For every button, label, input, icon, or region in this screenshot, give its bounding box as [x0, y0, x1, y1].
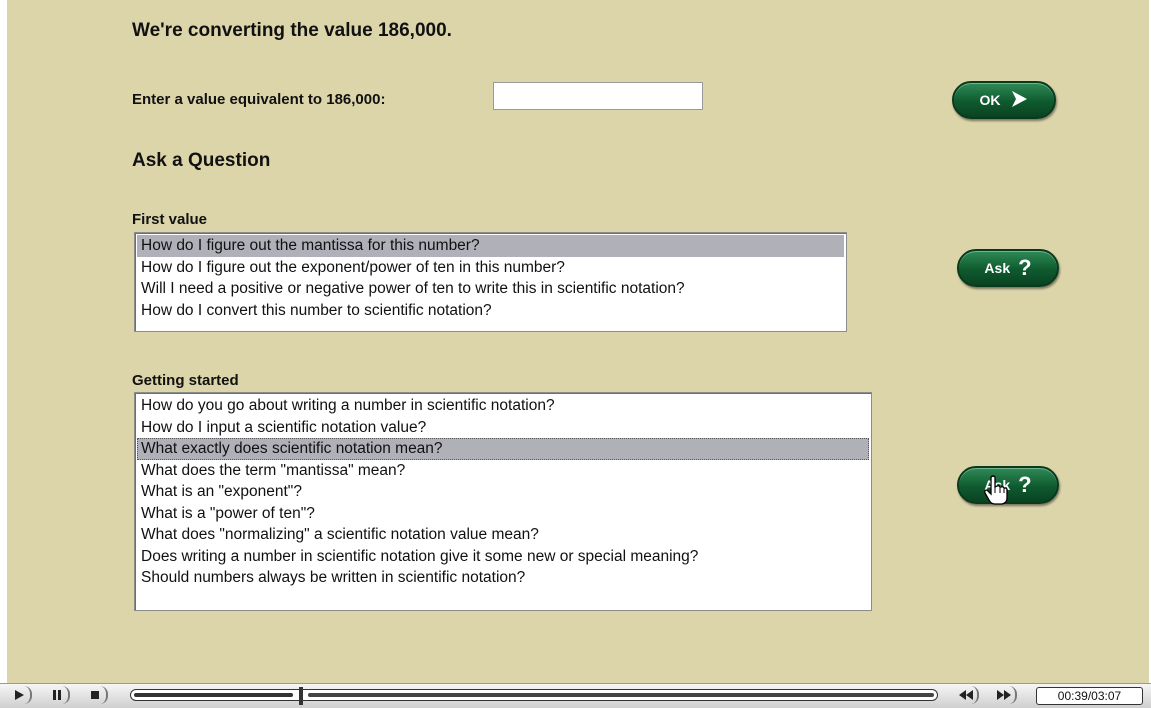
first-value-question-list[interactable]: How do I figure out the mantissa for thi… — [134, 232, 847, 332]
list-item[interactable]: What is an "exponent"? — [137, 481, 869, 503]
list-item[interactable]: What exactly does scientific notation me… — [137, 438, 869, 460]
seek-progress — [134, 693, 293, 697]
ask-label: Ask — [984, 260, 1011, 276]
answer-label: Enter a value equivalent to 186,000: — [132, 91, 386, 108]
stop-icon[interactable] — [84, 686, 108, 704]
play-arrow-icon — [1009, 89, 1029, 112]
list-item[interactable]: What does "normalizing" a scientific not… — [137, 524, 869, 546]
time-display: 00:39/03:07 — [1036, 687, 1143, 705]
list-item[interactable]: Will I need a positive or negative power… — [137, 278, 844, 300]
seek-bar[interactable] — [130, 687, 938, 705]
answer-input[interactable] — [493, 82, 703, 110]
ask-button-first-value[interactable]: Ask ? — [957, 249, 1059, 287]
list-item[interactable]: Should numbers always be written in scie… — [137, 567, 869, 589]
list-item[interactable]: What does the term "mantissa" mean? — [137, 460, 869, 482]
list-item[interactable]: How do you go about writing a number in … — [137, 395, 869, 417]
seek-remaining — [308, 693, 934, 697]
list-item[interactable]: How do I input a scientific notation val… — [137, 417, 869, 439]
page-title: We're converting the value 186,000. — [132, 20, 452, 41]
ok-label: OK — [979, 92, 1001, 108]
question-mark-icon: ? — [1018, 472, 1032, 497]
list-item[interactable]: Does writing a number in scientific nota… — [137, 546, 869, 568]
list-item[interactable]: What is a "power of ten"? — [137, 503, 869, 525]
getting-started-label: Getting started — [132, 372, 239, 389]
list-item[interactable]: How do I convert this number to scientif… — [137, 300, 844, 322]
pause-icon[interactable] — [46, 686, 70, 704]
list-item[interactable]: How do I figure out the exponent/power o… — [137, 257, 844, 279]
seek-thumb[interactable] — [299, 687, 303, 705]
list-item[interactable]: How do I figure out the mantissa for thi… — [137, 235, 844, 257]
lesson-panel: We're converting the value 186,000. Ente… — [7, 0, 1149, 683]
rewind-icon[interactable] — [955, 686, 979, 704]
ask-question-heading: Ask a Question — [132, 150, 271, 171]
fast-forward-icon[interactable] — [993, 686, 1017, 704]
getting-started-question-list[interactable]: How do you go about writing a number in … — [134, 392, 872, 611]
ok-button[interactable]: OK — [952, 81, 1056, 119]
media-player-controls: 00:39/03:07 — [0, 683, 1151, 708]
question-mark-icon: ? — [1018, 255, 1032, 280]
hand-cursor-icon — [983, 474, 1009, 511]
first-value-label: First value — [132, 211, 208, 228]
play-icon[interactable] — [8, 686, 32, 704]
